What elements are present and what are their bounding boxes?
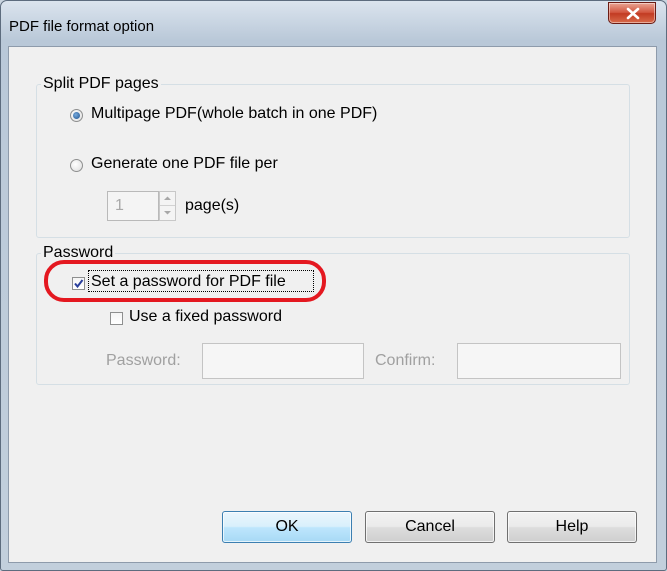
- chevron-down-icon: [164, 211, 171, 215]
- pages-count-input[interactable]: 1: [107, 191, 159, 221]
- chevron-up-icon: [164, 196, 171, 200]
- fixed-password-checkbox[interactable]: [110, 312, 123, 325]
- split-pdf-legend: Split PDF pages: [41, 75, 161, 93]
- password-legend: Password: [41, 244, 116, 262]
- checkmark-icon: [74, 279, 84, 289]
- title-bar[interactable]: PDF file format option: [1, 1, 666, 47]
- pages-count-value: 1: [115, 197, 124, 214]
- set-password-label[interactable]: Set a password for PDF file: [91, 273, 286, 291]
- confirm-field[interactable]: [457, 343, 621, 379]
- close-button[interactable]: [608, 2, 656, 24]
- window-title: PDF file format option: [9, 18, 155, 35]
- one-file-per-radio[interactable]: [70, 159, 83, 172]
- cancel-button[interactable]: Cancel: [365, 511, 495, 543]
- password-field[interactable]: [202, 343, 364, 379]
- spin-up-button[interactable]: [160, 192, 175, 206]
- close-icon: [626, 7, 640, 20]
- spin-down-button[interactable]: [160, 206, 175, 220]
- password-label: Password:: [106, 352, 181, 369]
- dialog-client-area: Split PDF pages Multipage PDF(whole batc…: [8, 46, 657, 563]
- help-button[interactable]: Help: [507, 511, 637, 543]
- fixed-password-label[interactable]: Use a fixed password: [129, 308, 282, 326]
- multipage-label[interactable]: Multipage PDF(whole batch in one PDF): [91, 105, 377, 123]
- pages-count-spinner[interactable]: [159, 191, 176, 221]
- confirm-label: Confirm:: [375, 352, 436, 369]
- multipage-radio[interactable]: [70, 109, 83, 122]
- pages-unit-label: page(s): [185, 197, 240, 214]
- set-password-checkbox[interactable]: [72, 277, 85, 290]
- one-file-per-label[interactable]: Generate one PDF file per: [91, 155, 278, 173]
- ok-button[interactable]: OK: [222, 511, 352, 543]
